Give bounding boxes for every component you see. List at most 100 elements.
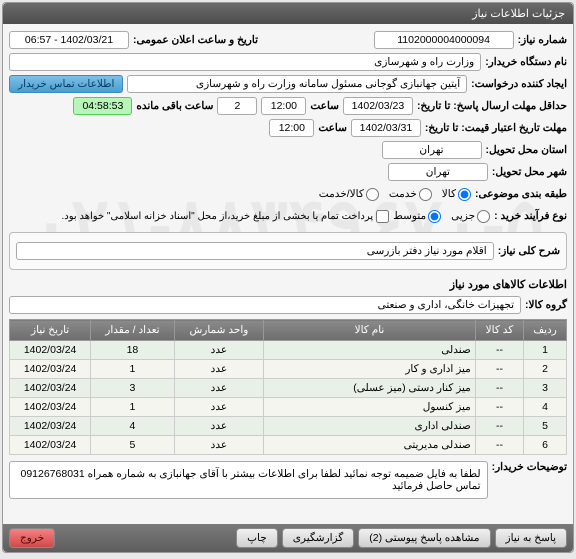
summary-value: اقلام مورد نیاز دفتر بازرسی <box>16 242 494 260</box>
cell-qty: 1 <box>91 398 174 417</box>
cell-n: 6 <box>524 436 567 455</box>
goods-table: ردیف کد کالا نام کالا واحد شمارش تعداد /… <box>9 319 567 455</box>
cell-name: میز کنسول <box>264 398 476 417</box>
cell-code: -- <box>475 417 523 436</box>
radio-goods-service-label: کالا/خدمت <box>319 188 364 200</box>
buyer-note-label: توضیحات خریدار: <box>492 461 567 473</box>
table-row[interactable]: 3--میز کنار دستی (میز عسلی)عدد31402/03/2… <box>10 379 567 398</box>
table-row[interactable]: 5--صندلی اداریعدد41402/03/24 <box>10 417 567 436</box>
cell-qty: 4 <box>91 417 174 436</box>
group-value: تجهیزات خانگی، اداری و صنعتی <box>9 296 521 314</box>
th-row: ردیف <box>524 320 567 341</box>
table-row[interactable]: 2--میز اداری و کارعدد11402/03/24 <box>10 360 567 379</box>
deadline-reply-date: 1402/03/23 <box>343 97 413 115</box>
radio-medium[interactable]: متوسط <box>393 210 441 223</box>
radio-medium-input[interactable] <box>428 210 441 223</box>
hour-label-1: ساعت <box>310 100 339 112</box>
table-row[interactable]: 4--میز کنسولعدد11402/03/24 <box>10 398 567 417</box>
group-label: گروه کالا: <box>525 299 567 311</box>
radio-goods-input[interactable] <box>458 188 471 201</box>
cell-code: -- <box>475 341 523 360</box>
cell-date: 1402/03/24 <box>10 398 91 417</box>
announce-value: 1402/03/21 - 06:57 <box>9 31 129 49</box>
cell-qty: 3 <box>91 379 174 398</box>
buy-process-group: جزیی متوسط <box>393 210 490 223</box>
cell-unit: عدد <box>174 398 264 417</box>
hour-label-2: ساعت <box>318 122 347 134</box>
creator-value: آیتین جهانبازی گوجانی مسئول سامانه وزارت… <box>127 75 467 93</box>
content-area: ۰۲۱-۸۸۳۴۹۶۷۰-۵ شماره نیاز: 1102000004000… <box>3 24 573 524</box>
window-title: جزئیات اطلاعات نیاز <box>3 3 573 24</box>
reply-button[interactable]: پاسخ به نیاز <box>495 528 567 548</box>
cell-name: میز اداری و کار <box>264 360 476 379</box>
contact-button[interactable]: اطلاعات تماس خریدار <box>9 75 123 93</box>
buyer-label: نام دستگاه خریدار: <box>485 56 567 68</box>
radio-partial-input[interactable] <box>477 210 490 223</box>
print-button[interactable]: چاپ <box>236 528 278 548</box>
cell-date: 1402/03/24 <box>10 360 91 379</box>
deadline-reply-hour: 12:00 <box>261 97 306 115</box>
cell-n: 2 <box>524 360 567 379</box>
deadline-reply-label: حداقل مهلت ارسال پاسخ: تا تاریخ: <box>417 100 567 112</box>
validity-hour: 12:00 <box>269 119 314 137</box>
cell-unit: عدد <box>174 417 264 436</box>
need-no-value: 1102000004000094 <box>374 31 514 49</box>
table-row[interactable]: 1--صندلیعدد181402/03/24 <box>10 341 567 360</box>
deliver-state-value: تهران <box>382 141 482 159</box>
summary-label: شرح کلی نیاز: <box>498 245 560 257</box>
cell-n: 1 <box>524 341 567 360</box>
radio-goods-service[interactable]: کالا/خدمت <box>319 188 379 201</box>
radio-partial-label: جزیی <box>451 210 475 222</box>
summary-section: شرح کلی نیاز: اقلام مورد نیاز دفتر بازرس… <box>9 232 567 270</box>
radio-service[interactable]: خدمت <box>389 188 432 201</box>
th-date: تاریخ نیاز <box>10 320 91 341</box>
buyer-note-value: لطفا به فایل ضمیمه توجه نمائید لطفا برای… <box>9 461 488 499</box>
view-reply-button[interactable]: مشاهده پاسخ پیوستی (2) <box>358 528 490 548</box>
goods-heading: اطلاعات کالاهای مورد نیاز <box>9 278 567 291</box>
buyer-value: وزارت راه و شهرسازی <box>9 53 481 71</box>
buy-process-label: نوع فرآیند خرید : <box>494 210 567 222</box>
report-button[interactable]: گزارشگیری <box>282 528 355 548</box>
proc-note: پرداخت تمام یا بخشی از مبلغ خرید،از محل … <box>62 210 390 223</box>
cell-date: 1402/03/24 <box>10 341 91 360</box>
cell-n: 4 <box>524 398 567 417</box>
radio-goods-service-input[interactable] <box>366 188 379 201</box>
days-left: 2 <box>217 97 257 115</box>
cell-code: -- <box>475 379 523 398</box>
deliver-city-label: شهر محل تحویل: <box>492 166 567 178</box>
radio-service-label: خدمت <box>389 188 417 200</box>
countdown-timer: 04:58:53 <box>73 97 132 115</box>
cell-qty: 18 <box>91 341 174 360</box>
cell-n: 3 <box>524 379 567 398</box>
th-code: کد کالا <box>475 320 523 341</box>
creator-label: ایجاد کننده درخواست: <box>471 78 567 90</box>
proc-note-checkbox[interactable] <box>376 210 389 223</box>
cell-n: 5 <box>524 417 567 436</box>
cell-qty: 5 <box>91 436 174 455</box>
cell-unit: عدد <box>174 436 264 455</box>
need-no-label: شماره نیاز: <box>518 34 567 46</box>
radio-service-input[interactable] <box>419 188 432 201</box>
proc-note-text: پرداخت تمام یا بخشی از مبلغ خرید،از محل … <box>62 211 374 222</box>
radio-goods[interactable]: کالا <box>442 188 471 201</box>
radio-goods-label: کالا <box>442 188 456 200</box>
radio-partial[interactable]: جزیی <box>451 210 490 223</box>
cell-unit: عدد <box>174 360 264 379</box>
table-row[interactable]: 6--صندلی مدیریتیعدد51402/03/24 <box>10 436 567 455</box>
cell-unit: عدد <box>174 341 264 360</box>
deliver-city-value: تهران <box>388 163 488 181</box>
validity-date: 1402/03/31 <box>351 119 421 137</box>
window: جزئیات اطلاعات نیاز ۰۲۱-۸۸۳۴۹۶۷۰-۵ شماره… <box>2 2 574 553</box>
cell-name: میز کنار دستی (میز عسلی) <box>264 379 476 398</box>
classification-label: طبقه بندی موضوعی: <box>475 188 567 200</box>
cell-name: صندلی مدیریتی <box>264 436 476 455</box>
cell-date: 1402/03/24 <box>10 436 91 455</box>
th-name: نام کالا <box>264 320 476 341</box>
cell-code: -- <box>475 436 523 455</box>
cell-name: صندلی اداری <box>264 417 476 436</box>
exit-button[interactable]: خروج <box>9 528 55 548</box>
remaining-label: ساعت باقی مانده <box>136 100 213 112</box>
cell-date: 1402/03/24 <box>10 417 91 436</box>
cell-name: صندلی <box>264 341 476 360</box>
footer-bar: پاسخ به نیاز مشاهده پاسخ پیوستی (2) گزار… <box>3 524 573 552</box>
